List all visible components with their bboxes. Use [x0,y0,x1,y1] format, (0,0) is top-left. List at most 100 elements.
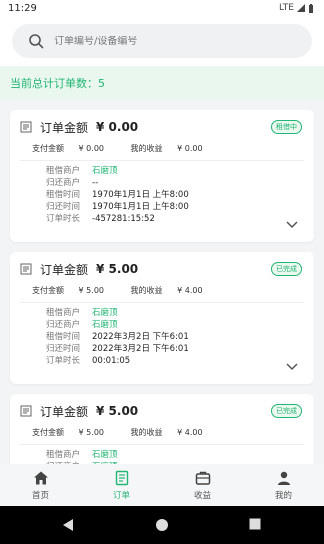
return-time-value: 2022年3月2日 下午6:01 [92,344,189,354]
return-merchant-label: 归还商户 [46,178,81,188]
order-card[interactable]: 订单金额 ¥ 5.00 已完成 支付金额 ¥ 5.00 我的收益 ¥ 4.00 … [10,394,314,474]
amount-label: 订单金额 [40,404,89,419]
orders-icon [115,470,128,486]
detail-row: 租借时间 1970年1月1日 上午8:00 [46,189,189,201]
pay-value: ¥ 5.00 [78,428,104,437]
status-time: 11:29 [8,3,37,14]
chevron-down-icon[interactable] [286,363,298,371]
home-circle-icon[interactable] [155,518,169,532]
search-bar-container [0,18,324,66]
rent-time-label: 租借时间 [46,190,81,200]
signal-icon [297,4,305,12]
search-input[interactable] [54,35,284,47]
rent-merchant-label: 租借商户 [46,308,81,318]
payment-summary: 支付金额 ¥ 5.00 我的收益 ¥ 4.00 [32,285,227,296]
amount-label: 订单金额 [40,120,89,135]
network-label: LTE [279,3,294,13]
document-icon [20,405,32,417]
battery-icon [308,4,316,13]
duration-label: 订单时长 [46,214,81,224]
tab-profile[interactable]: 我的 [243,464,324,506]
system-navigation-bar [0,506,324,544]
detail-row: 租借时间 2022年3月2日 下午6:01 [46,331,189,343]
duration-value: 00:01:05 [92,356,131,366]
order-details: 租借商户 石磨顶 归还商户 石磨顶 租借时间 2022年3月2日 下午6:01 归还时… [46,307,189,367]
detail-row: 归还时间 1970年1月1日 上午8:00 [46,201,189,213]
tab-home[interactable]: 首页 [0,464,81,506]
order-card-header: 订单金额 ¥ 5.00 已完成 [20,400,304,422]
detail-row: 租借商户 石磨顶 [46,307,189,319]
pay-label: 支付金额 [32,286,64,295]
tab-label: 我的 [274,491,292,501]
order-count-banner: 当前总计订单数：5 [0,66,324,100]
income-value: ¥ 0.00 [177,144,203,153]
income-label: 我的收益 [130,428,163,437]
rent-time-label: 租借时间 [46,332,81,342]
detail-row: 归还时间 2022年3月2日 下午6:01 [46,343,189,355]
bottom-tab-bar: 首页 订单 收益 我的 [0,464,324,506]
income-label: 我的收益 [130,144,163,153]
order-count-text: 当前总计订单数：5 [10,77,105,90]
order-card[interactable]: 订单金额 ¥ 0.00 租借中 支付金额 ¥ 0.00 我的收益 ¥ 0.00 … [10,110,314,242]
status-badge: 租借中 [271,120,302,134]
tab-label: 首页 [31,491,49,501]
detail-row: 归还商户 -- [46,177,189,189]
rent-time-value: 1970年1月1日 上午8:00 [92,190,189,200]
tab-label: 收益 [193,491,211,501]
duration-value: -457281:15:52 [92,214,155,224]
pay-value: ¥ 0.00 [78,144,104,153]
order-details: 租借商户 石磨顶 归还商户 -- 租借时间 1970年1月1日 上午8:00 归还时间… [46,165,189,225]
order-amount: ¥ 0.00 [96,120,139,134]
detail-row: 租借商户 石磨顶 [46,449,118,461]
rent-merchant-value: 石磨顶 [92,308,118,318]
status-bar: 11:29 LTE [0,0,324,18]
rent-merchant-label: 租借商户 [46,166,81,176]
document-icon [20,121,32,133]
rent-merchant-value: 石磨顶 [92,166,118,176]
payment-summary: 支付金额 ¥ 0.00 我的收益 ¥ 0.00 [32,143,227,154]
order-card-header: 订单金额 ¥ 0.00 租借中 [20,116,304,138]
order-amount: ¥ 5.00 [96,262,139,276]
search-box[interactable] [12,24,312,58]
rent-merchant-value: 石磨顶 [92,450,118,460]
order-amount: ¥ 5.00 [96,404,139,418]
back-icon[interactable] [62,518,74,532]
duration-label: 订单时长 [46,356,81,366]
amount-label: 订单金额 [40,262,89,277]
divider [20,302,304,303]
status-badge: 已完成 [271,262,302,276]
pay-label: 支付金额 [32,428,64,437]
tab-label: 订单 [112,491,130,501]
order-card[interactable]: 订单金额 ¥ 5.00 已完成 支付金额 ¥ 5.00 我的收益 ¥ 4.00 … [10,252,314,384]
status-indicators: LTE [279,3,316,13]
divider [20,444,304,445]
return-merchant-label: 归还商户 [46,320,81,330]
recents-icon[interactable] [249,518,261,530]
order-card-header: 订单金额 ¥ 5.00 已完成 [20,258,304,280]
income-value: ¥ 4.00 [177,286,203,295]
payment-summary: 支付金额 ¥ 5.00 我的收益 ¥ 4.00 [32,427,227,438]
status-badge: 已完成 [271,404,302,418]
return-time-value: 1970年1月1日 上午8:00 [92,202,189,212]
pay-label: 支付金额 [32,144,64,153]
divider [20,160,304,161]
rent-merchant-label: 租借商户 [46,450,81,460]
search-icon [29,34,44,49]
return-merchant-value: -- [92,178,99,188]
detail-row: 订单时长 -457281:15:52 [46,213,189,225]
rent-time-value: 2022年3月2日 下午6:01 [92,332,189,342]
pay-value: ¥ 5.00 [78,286,104,295]
detail-row: 订单时长 00:01:05 [46,355,189,367]
home-icon [33,471,48,485]
document-icon [20,263,32,275]
chevron-down-icon[interactable] [286,221,298,229]
return-time-label: 归还时间 [46,344,81,354]
return-time-label: 归还时间 [46,202,81,212]
detail-row: 租借商户 石磨顶 [46,165,189,177]
user-icon [277,471,290,485]
tab-earnings[interactable]: 收益 [162,464,243,506]
detail-row: 归还商户 石磨顶 [46,319,189,331]
tab-orders[interactable]: 订单 [81,464,162,506]
wallet-icon [195,471,210,485]
return-merchant-value: 石磨顶 [92,320,118,330]
